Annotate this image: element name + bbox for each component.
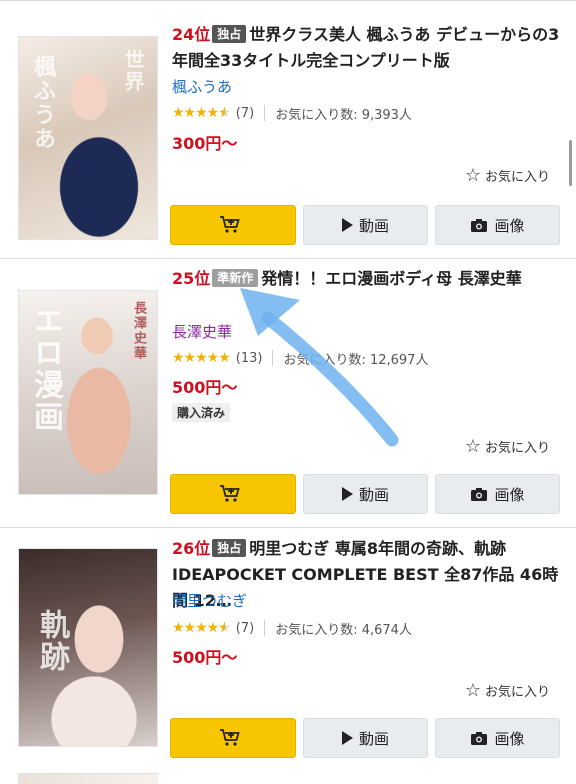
- image-label: 画像: [494, 216, 525, 235]
- price: 500円〜: [172, 378, 238, 397]
- purchased-badge: 購入済み: [172, 403, 231, 422]
- favorite-label: お気に入り: [484, 441, 550, 456]
- image-button[interactable]: 画像: [435, 718, 560, 758]
- add-favorite-button[interactable]: ☆ お気に入り: [465, 436, 550, 457]
- image-label: 画像: [494, 485, 525, 504]
- review-count[interactable]: (7): [236, 621, 254, 636]
- scrollbar[interactable]: [569, 140, 572, 186]
- exclusive-badge: 独占: [212, 25, 247, 43]
- cart-plus-icon: [219, 484, 241, 504]
- price: 300円〜: [172, 134, 238, 153]
- add-favorite-button[interactable]: ☆ お気に入り: [465, 165, 550, 186]
- actress-link[interactable]: 長澤史華: [172, 321, 232, 342]
- video-label: 動画: [358, 729, 389, 748]
- exclusive-badge: 独占: [212, 539, 247, 557]
- rank-label: 24位: [172, 25, 211, 44]
- image-button[interactable]: 画像: [435, 474, 560, 514]
- add-to-cart-button[interactable]: [170, 718, 296, 758]
- camera-icon: [470, 731, 488, 746]
- video-button[interactable]: 動画: [303, 205, 428, 245]
- top-divider: [0, 0, 576, 1]
- divider: [272, 350, 274, 366]
- product-title[interactable]: 発情！！エロ漫画ボディ母 長澤史華: [261, 269, 521, 288]
- rating-row: ★★★★★ (13) お気に入り数: 12,697人: [172, 349, 429, 368]
- video-button[interactable]: 動画: [303, 718, 428, 758]
- rank-label: 26位: [172, 539, 211, 558]
- image-button[interactable]: 画像: [435, 205, 560, 245]
- video-button[interactable]: 動画: [303, 474, 428, 514]
- star-outline-icon: ☆: [464, 680, 481, 701]
- favorite-count: お気に入り数: 4,674人: [275, 622, 412, 638]
- favorite-label: お気に入り: [484, 685, 550, 700]
- divider: [264, 620, 266, 636]
- star-outline-icon: ☆: [464, 165, 481, 186]
- add-favorite-button[interactable]: ☆ お気に入り: [465, 680, 550, 701]
- actress-link[interactable]: 明里つむぎ: [172, 590, 247, 611]
- item-divider: [0, 527, 576, 528]
- product-thumbnail[interactable]: 楓ふうあ 世界: [18, 36, 158, 240]
- rank-label: 25位: [172, 269, 211, 288]
- camera-icon: [470, 487, 488, 502]
- semi-new-badge: 準新作: [212, 269, 259, 287]
- review-count[interactable]: (7): [236, 106, 254, 121]
- actress-link[interactable]: 楓ふうあ: [172, 76, 232, 97]
- star-outline-icon: ☆: [464, 436, 481, 457]
- play-icon: [341, 218, 353, 232]
- cart-plus-icon: [219, 728, 241, 748]
- video-label: 動画: [358, 485, 389, 504]
- product-thumbnail[interactable]: 軌跡: [18, 548, 158, 747]
- item-divider: [0, 258, 576, 259]
- play-icon: [341, 731, 353, 745]
- cart-plus-icon: [219, 215, 241, 235]
- next-item-thumbnail-peek: [18, 773, 158, 784]
- favorite-label: お気に入り: [484, 170, 550, 185]
- image-label: 画像: [494, 729, 525, 748]
- star-rating-icon: ★★★★★: [172, 350, 231, 366]
- add-to-cart-button[interactable]: [170, 205, 296, 245]
- review-count[interactable]: (13): [236, 351, 263, 366]
- product-title-line[interactable]: 24位 独占 世界クラス美人 楓ふうあ デビューからの3年間全33タイトル完全コンプ…: [172, 22, 564, 74]
- price: 500円〜: [172, 648, 238, 667]
- rating-row: ★★★★★ ★ (7) お気に入り数: 4,674人: [172, 619, 412, 638]
- rating-row: ★★★★★ ★ (7) お気に入り数: 9,393人: [172, 104, 412, 123]
- play-icon: [341, 487, 353, 501]
- favorite-count: お気に入り数: 9,393人: [275, 107, 412, 123]
- favorite-count: お気に入り数: 12,697人: [283, 352, 429, 368]
- video-label: 動画: [358, 216, 389, 235]
- product-title-line[interactable]: 25位 準新作 発情！！エロ漫画ボディ母 長澤史華: [172, 266, 564, 292]
- camera-icon: [470, 218, 488, 233]
- star-rating-icon: ★★★★★ ★: [172, 620, 231, 636]
- product-thumbnail[interactable]: エロ漫画 長澤史華: [18, 290, 158, 495]
- add-to-cart-button[interactable]: [170, 474, 296, 514]
- star-rating-icon: ★★★★★ ★: [172, 105, 231, 121]
- divider: [264, 105, 266, 121]
